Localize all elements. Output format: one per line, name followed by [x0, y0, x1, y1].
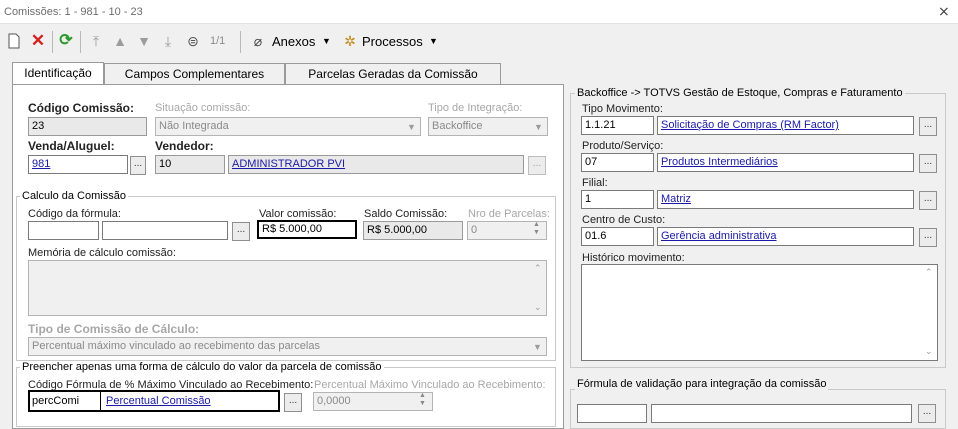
previous-record-icon[interactable]: ▲ [112, 33, 128, 49]
vendedor-label: Vendedor: [155, 139, 214, 153]
chevron-down-icon[interactable]: ▼ [322, 36, 331, 46]
vendedor-code-field[interactable]: 10 [155, 155, 225, 174]
toolbar-separator [80, 31, 81, 53]
venda-lookup-button[interactable]: ... [130, 156, 146, 175]
last-record-icon[interactable]: ⤓ [160, 33, 176, 49]
situacao-select[interactable]: Não Integrada [155, 117, 421, 136]
toolbar-separator [240, 31, 241, 53]
parcela-formula-code[interactable]: percComi [32, 395, 79, 407]
tab-identificacao[interactable]: Identificação [12, 62, 104, 85]
scroll-up-icon[interactable]: ⌃ [925, 267, 933, 278]
historico-textarea[interactable] [581, 264, 938, 361]
saldo-field[interactable]: R$ 5.000,00 [363, 221, 463, 240]
tab-parcelas-geradas[interactable]: Parcelas Geradas da Comissão [285, 63, 501, 84]
validation-code-field[interactable] [577, 404, 647, 423]
stepper-arrows-icon[interactable]: ▲ ▼ [419, 392, 426, 408]
formula-label: Código da fórmula: [28, 208, 121, 220]
field-divider [100, 391, 101, 411]
formula-name-field[interactable] [102, 221, 228, 240]
vendedor-name-link[interactable]: ADMINISTRADOR PVI [228, 155, 524, 174]
filial-lookup-button[interactable]: ... [919, 191, 937, 210]
chevron-down-icon: ▼ [407, 122, 416, 132]
ccusto-lookup-button[interactable]: ... [919, 228, 937, 247]
historico-label: Histórico movimento: [582, 252, 685, 264]
new-record-icon[interactable] [6, 33, 22, 49]
codigo-field[interactable]: 23 [28, 117, 147, 136]
tipo-mov-name-link[interactable]: Solicitação de Compras (RM Factor) [657, 116, 914, 135]
paperclip-icon[interactable]: ⌀ [250, 33, 266, 49]
parcela-formula-lookup-button[interactable]: ... [284, 393, 302, 412]
parcelas-label: Nro de Parcelas: [468, 208, 550, 220]
integracao-select[interactable]: Backoffice [428, 117, 548, 136]
processes-icon[interactable]: ✲ [342, 33, 358, 49]
produto-code-field[interactable]: 07 [581, 153, 654, 172]
backoffice-group-title: Backoffice -> TOTVS Gestão de Estoque, C… [575, 87, 905, 99]
memoria-label: Memória de cálculo comissão: [28, 247, 176, 259]
formula-lookup-button[interactable]: ... [232, 222, 250, 241]
ccusto-name-link[interactable]: Gerência administrativa [657, 227, 914, 246]
parcela-formula-name-link[interactable]: Percentual Comissão [106, 395, 211, 407]
validation-name-field[interactable] [651, 404, 912, 423]
validation-lookup-button[interactable]: ... [918, 404, 936, 423]
situacao-label: Situação comissão: [155, 102, 251, 114]
percent-label: Percentual Máximo Vinculado ao Recebimen… [314, 379, 546, 391]
close-icon[interactable]: ⨯ [938, 3, 950, 20]
venda-label: Venda/Aluguel: [28, 139, 115, 153]
toolbar-separator [52, 31, 53, 53]
record-position: 1/1 [210, 35, 226, 47]
filial-name-link[interactable]: Matriz [657, 190, 914, 209]
valor-label: Valor comissão: [259, 208, 337, 220]
stepper-arrows-icon[interactable]: ▲ ▼ [533, 221, 540, 237]
chevron-down-icon: ▼ [533, 342, 542, 352]
produto-lookup-button[interactable]: ... [919, 154, 937, 173]
delete-icon[interactable]: ✕ [30, 32, 46, 49]
filial-code-field[interactable]: 1 [581, 190, 654, 209]
memoria-textarea[interactable] [28, 260, 547, 316]
tipo-select[interactable]: Percentual máximo vinculado ao recebimen… [28, 337, 547, 356]
parcela-rule-group-title: Preencher apenas uma forma de cálculo do… [20, 361, 384, 373]
calculo-group-title: Calculo da Comissão [20, 190, 128, 202]
produto-name-link[interactable]: Produtos Intermediários [657, 153, 914, 172]
title-bar [0, 0, 958, 24]
ccusto-label: Centro de Custo: [582, 214, 666, 226]
scroll-down-icon[interactable]: ⌄ [925, 346, 933, 357]
venda-field[interactable]: 981 [28, 155, 128, 174]
tipo-mov-lookup-button[interactable]: ... [919, 117, 937, 136]
window-title: Comissões: 1 - 981 - 10 - 23 [4, 6, 143, 18]
filial-label: Filial: [582, 177, 608, 189]
percent-stepper[interactable]: 0,0000 [313, 392, 433, 411]
tipo-mov-label: Tipo Movimento: [582, 103, 663, 115]
binoculars-icon[interactable]: ⊜ [185, 33, 201, 49]
valor-field[interactable]: R$ 5.000,00 [257, 220, 357, 239]
formula-code-field[interactable] [28, 221, 99, 240]
scroll-up-icon[interactable]: ⌃ [534, 263, 542, 274]
first-record-icon[interactable]: ⤒ [88, 33, 104, 49]
codigo-label: Código Comissão: [28, 101, 135, 115]
chevron-down-icon[interactable]: ▼ [429, 36, 438, 46]
saldo-label: Saldo Comissão: [364, 208, 448, 220]
tipo-label: Tipo de Comissão de Cálculo: [28, 322, 200, 336]
produto-label: Produto/Serviço: [582, 140, 664, 152]
vendedor-lookup-button[interactable]: ... [528, 156, 546, 175]
scroll-down-icon[interactable]: ⌄ [534, 302, 542, 313]
ccusto-code-field[interactable]: 01.6 [581, 227, 654, 246]
next-record-icon[interactable]: ▼ [136, 33, 152, 49]
refresh-icon[interactable]: ⟳ [58, 33, 74, 49]
integracao-label: Tipo de Integração: [428, 102, 523, 114]
validation-group-title: Fórmula de validação para integração da … [575, 378, 829, 390]
tab-campos-complementares[interactable]: Campos Complementares [104, 63, 285, 84]
tipo-mov-code-field[interactable]: 1.1.21 [581, 116, 654, 135]
attachments-menu[interactable]: Anexos [272, 34, 315, 49]
processes-menu[interactable]: Processos [362, 34, 423, 49]
chevron-down-icon: ▼ [534, 122, 543, 132]
